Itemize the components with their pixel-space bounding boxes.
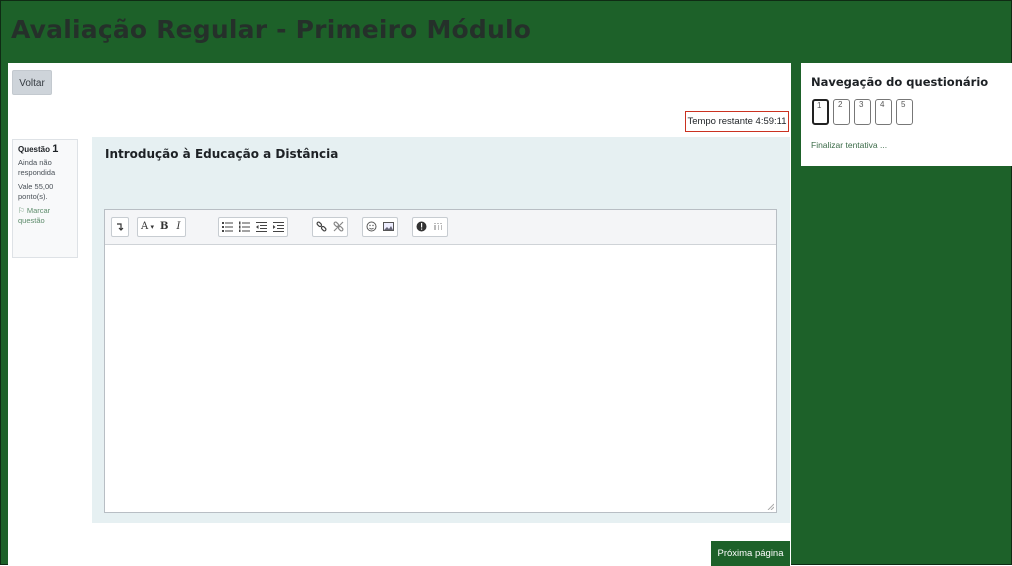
bold-icon[interactable]: B: [157, 218, 171, 236]
font-color-icon[interactable]: A ▾: [138, 218, 157, 236]
nav-page-3-button[interactable]: 3: [854, 99, 871, 125]
chevron-down-icon: ▾: [148, 223, 154, 231]
toolbar-group-links: [312, 217, 348, 237]
outdent-icon[interactable]: [253, 218, 270, 236]
next-page-button[interactable]: Próxima página: [711, 541, 790, 566]
finish-attempt-link[interactable]: Finalizar tentativa ...: [811, 140, 887, 150]
unordered-list-icon[interactable]: [219, 218, 236, 236]
nav-page-4-button[interactable]: 4: [875, 99, 892, 125]
question-label: Questão: [18, 145, 51, 154]
flag-question-link[interactable]: ⚐ Marcar questão: [18, 206, 72, 226]
screenreader-helper-icon[interactable]: [430, 218, 447, 236]
editor-toolbar: A ▾ B I: [105, 210, 776, 245]
accessibility-checker-icon[interactable]: [413, 218, 430, 236]
question-content: Introdução à Educação a Distância A ▾ B …: [92, 137, 790, 523]
question-text: Introdução à Educação a Distância: [105, 147, 339, 161]
ordered-list-icon[interactable]: [236, 218, 253, 236]
question-info: Questão 1 Ainda não respondida Vale 55,0…: [12, 139, 78, 258]
flag-icon: ⚐: [18, 206, 25, 215]
quiz-main-panel: Voltar Tempo restante 4:59:11 Questão 1 …: [8, 63, 791, 566]
indent-icon[interactable]: [270, 218, 287, 236]
nav-page-2-button[interactable]: 2: [833, 99, 850, 125]
answer-editor: A ▾ B I: [104, 209, 777, 513]
image-icon[interactable]: [380, 218, 397, 236]
nav-page-5-button[interactable]: 5: [896, 99, 913, 125]
toolbar-group-style: A ▾ B I: [137, 217, 187, 237]
answer-textarea[interactable]: [105, 245, 776, 512]
question-number-value: 1: [52, 143, 59, 155]
emoticon-icon[interactable]: [363, 218, 380, 236]
question-number: Questão 1: [18, 144, 72, 155]
question-grade: Vale 55,00 ponto(s).: [18, 182, 54, 201]
quiz-navigation-title: Navegação do questionário: [811, 75, 989, 89]
quiz-navigation-buttons: 1 2 3 4 5: [812, 99, 913, 125]
italic-icon[interactable]: I: [171, 218, 185, 236]
quiz-navigation-block: Navegação do questionário 1 2 3 4 5 Fina…: [801, 63, 1012, 166]
toolbar-group-lists: [218, 217, 288, 237]
toolbar-group-media: [362, 217, 398, 237]
nav-page-1-button[interactable]: 1: [812, 99, 829, 125]
page-title: Avaliação Regular - Primeiro Módulo: [11, 15, 532, 44]
question-status: Ainda não respondida: [18, 158, 56, 177]
page-frame: Avaliação Regular - Primeiro Módulo Volt…: [0, 0, 1012, 566]
unlink-icon[interactable]: [330, 218, 347, 236]
toolbar-group-accessibility: [412, 217, 448, 237]
link-icon[interactable]: [313, 218, 330, 236]
collapse-icon[interactable]: [112, 218, 128, 236]
back-button[interactable]: Voltar: [12, 70, 52, 95]
toolbar-group-collapse: [111, 217, 129, 237]
time-remaining: Tempo restante 4:59:11: [685, 111, 789, 132]
resize-handle-icon[interactable]: [767, 503, 774, 510]
